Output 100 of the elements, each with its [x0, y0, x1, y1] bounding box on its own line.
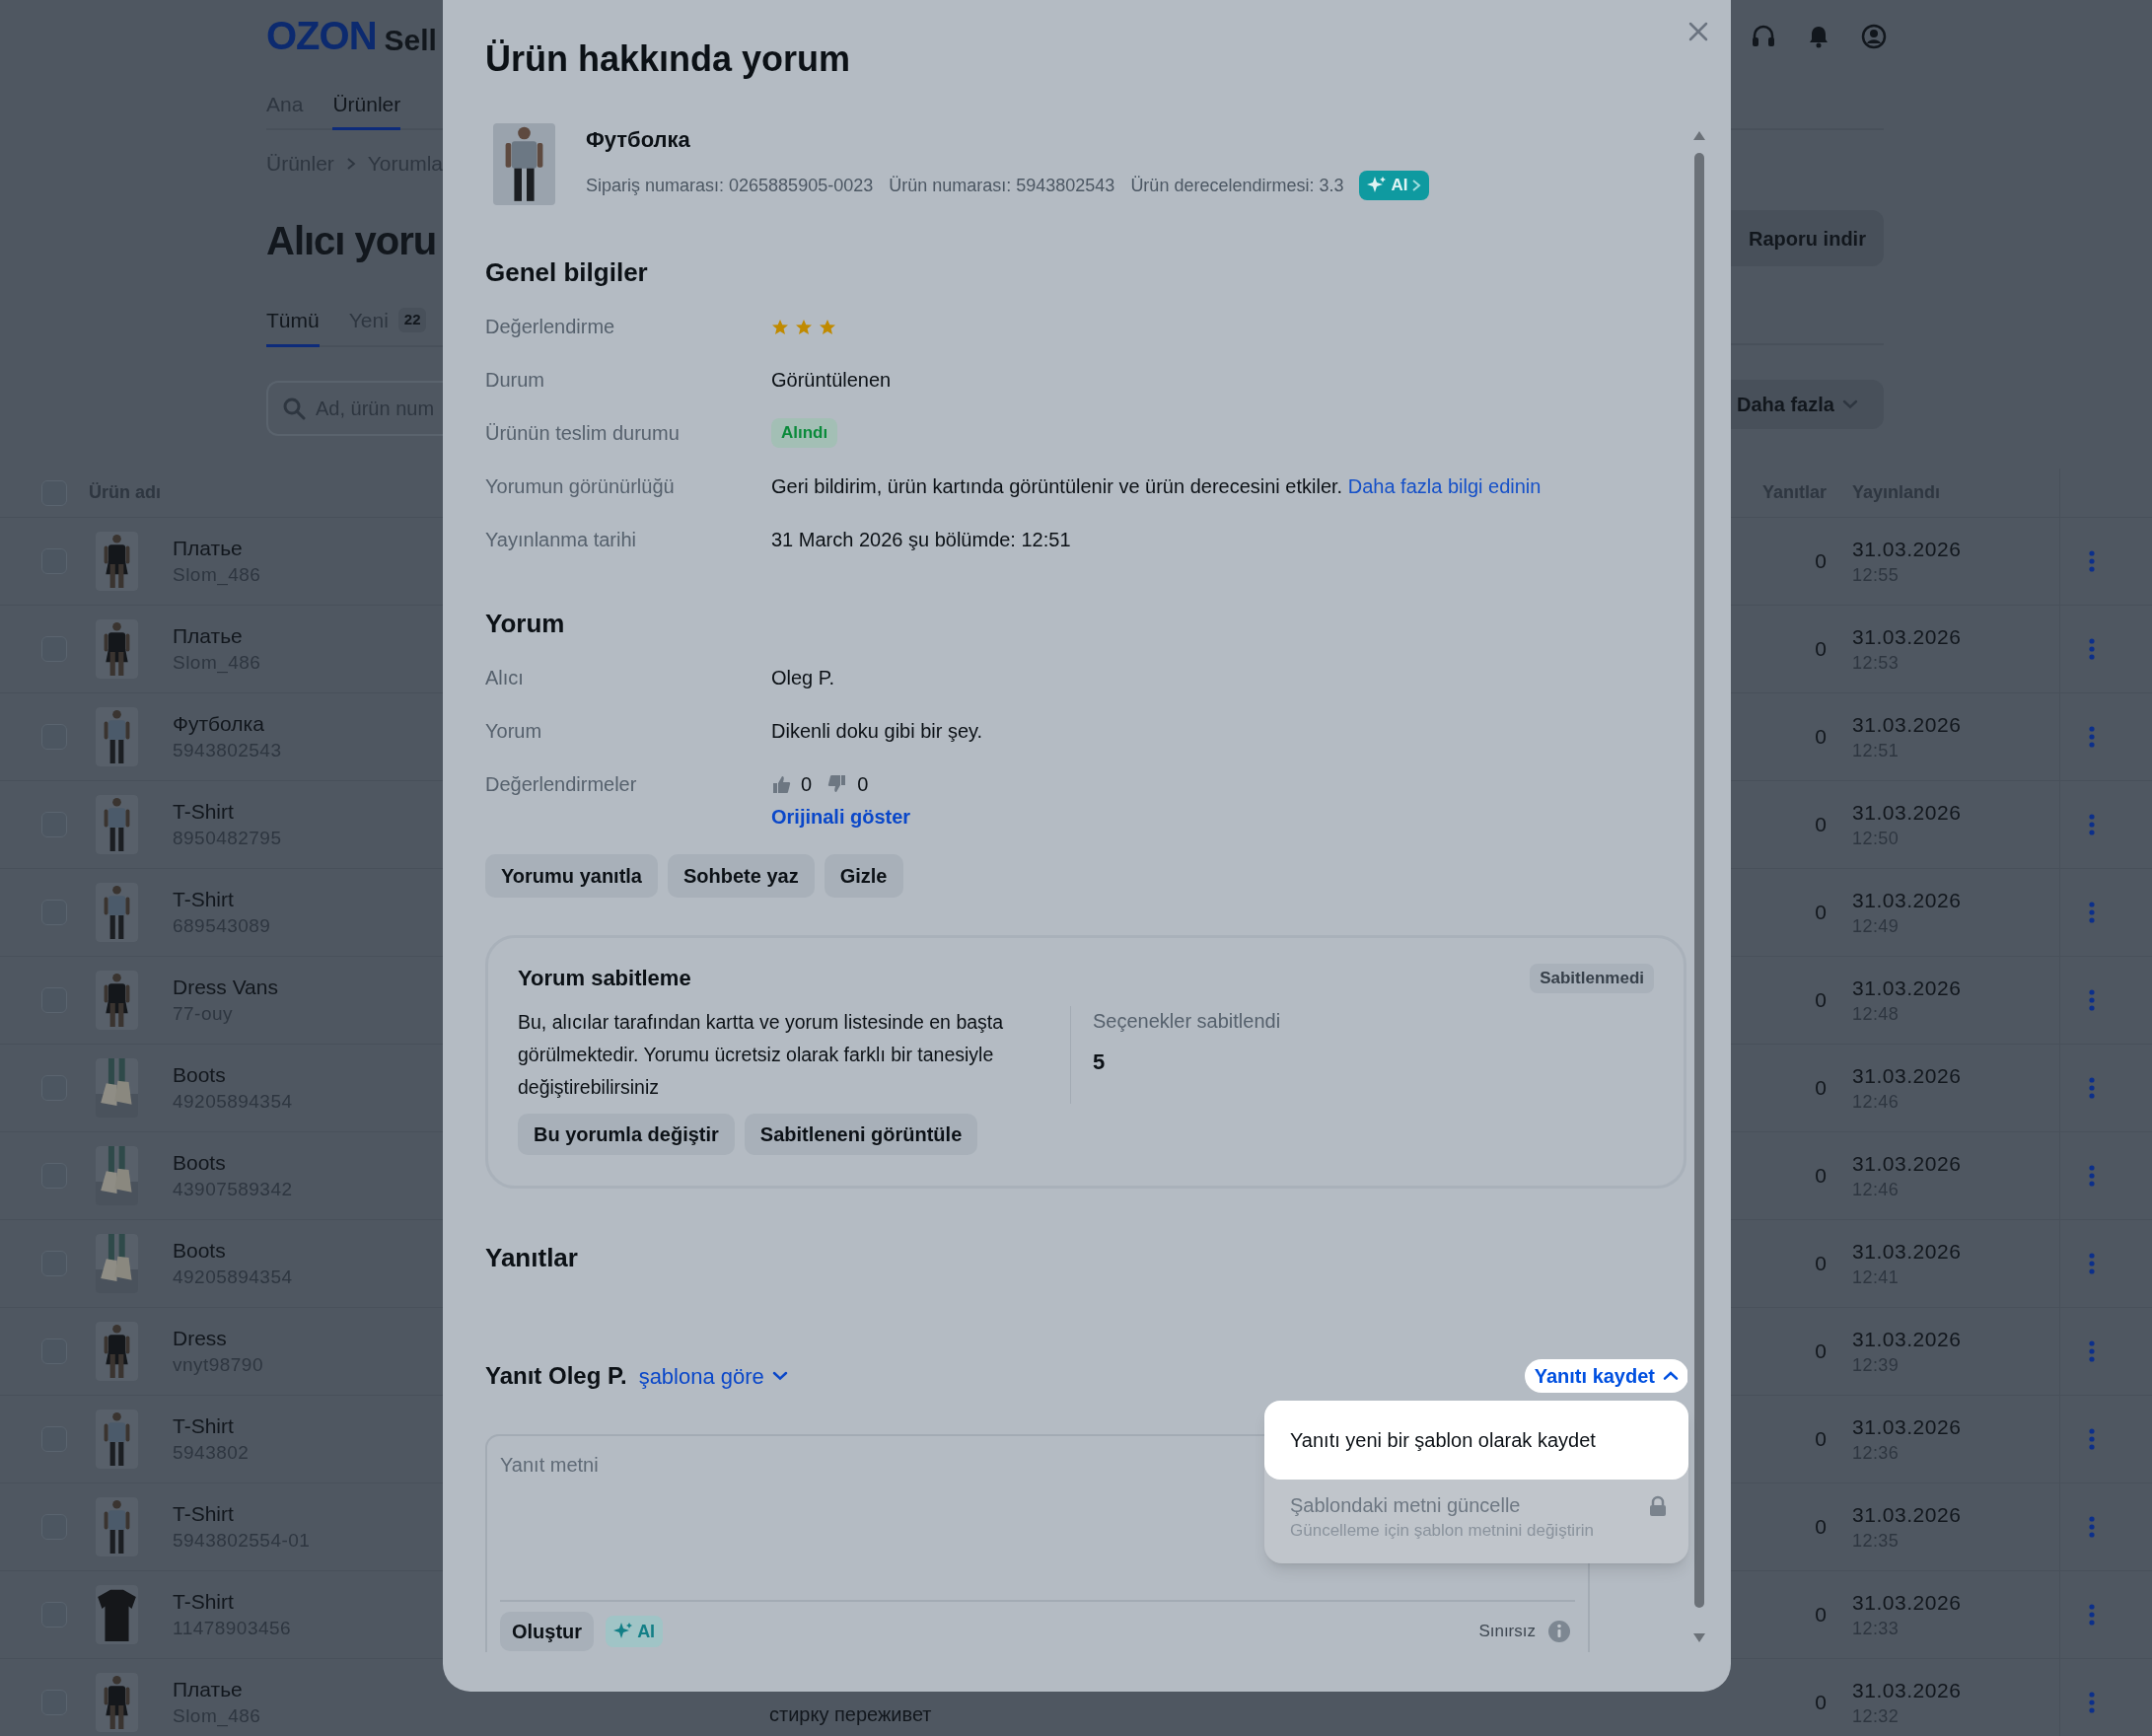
logo-text: Sell: [384, 26, 437, 55]
more-icon[interactable]: [2088, 1427, 2096, 1451]
meta-text: Ürün derecelendirmesi: 3.3: [1130, 174, 1344, 197]
field-value: Dikenli doku gibi bir şey.: [771, 719, 983, 744]
more-icon[interactable]: [2088, 549, 2096, 573]
user-icon[interactable]: [1861, 24, 1887, 49]
more-icon[interactable]: [2088, 1515, 2096, 1539]
field-label: Yorumun görünürlüğü: [485, 474, 676, 499]
nav-tab[interactable]: Ürünler: [332, 81, 401, 130]
close-icon[interactable]: [1687, 21, 1709, 42]
more-icon[interactable]: [2088, 988, 2096, 1012]
meta-text: Sipariş numarası: 0265885905-0023: [586, 174, 874, 197]
reply-count: 0: [1814, 1690, 1827, 1716]
logo: OZON: [266, 16, 377, 55]
field-value: Görüntülenen: [771, 368, 892, 393]
reply-count: 0: [1814, 900, 1827, 926]
comment-text: стирку переживет: [769, 1703, 932, 1725]
show-original-link[interactable]: Orijinali göster: [771, 804, 911, 830]
date-text: 31.03.2026: [1852, 1239, 1963, 1265]
product-name: Футболка: [586, 126, 691, 154]
more-icon[interactable]: [2088, 1691, 2096, 1714]
product-name: Платье: [173, 623, 244, 649]
field-label: Değerlendirmeler: [485, 772, 638, 797]
product-name: Boots: [173, 1238, 227, 1264]
save-reply-button[interactable]: Yanıtı kaydet: [1524, 1359, 1687, 1393]
template-dropdown[interactable]: şablona göre: [638, 1359, 788, 1393]
product-name: T-Shirt: [173, 1589, 235, 1615]
reply-count: 0: [1814, 1514, 1827, 1541]
date-text: 31.03.2026: [1852, 800, 1963, 826]
star-icon: [771, 318, 789, 335]
section-heading: Yorum: [485, 608, 566, 639]
page-title: Alıcı yoru: [266, 218, 438, 264]
generate-button[interactable]: Oluştur: [500, 1612, 595, 1651]
reply-count: 0: [1814, 1163, 1827, 1190]
more-icon[interactable]: [2088, 1076, 2096, 1100]
date-text: 31.03.2026: [1852, 1327, 1963, 1352]
count-badge: 22: [397, 308, 427, 332]
reply-title: Yanıt Oleg P.: [485, 1361, 627, 1391]
reply-count: 0: [1814, 548, 1827, 575]
date-text: 31.03.2026: [1852, 1502, 1963, 1528]
field-value: Geri bildirim, ürün kartında görüntülenir ve ürün derecesini etkiler. Daha fazla bilgi edinin: [771, 474, 1542, 499]
field-value: 31 March 2026 şu bölümde: 12:51: [771, 528, 1071, 552]
status-badge: Alındı: [771, 418, 838, 448]
more-icon[interactable]: [2088, 725, 2096, 749]
report-button[interactable]: Raporu indir: [1731, 210, 1884, 266]
field-label: Durum: [485, 368, 545, 393]
reply-count: 0: [1814, 1338, 1827, 1365]
chevron-right-icon: [1411, 179, 1422, 192]
reply-count: 0: [1814, 1251, 1827, 1277]
action-button[interactable]: Gizle: [824, 854, 903, 898]
more-icon[interactable]: [2088, 1339, 2096, 1363]
ai-button[interactable]: AI: [1359, 171, 1430, 200]
meta-text: Ürün numarası: 5943802543: [889, 174, 1115, 197]
dislike-count: 0: [857, 772, 869, 797]
reply-count: 0: [1814, 987, 1827, 1014]
headset-icon[interactable]: [1751, 24, 1776, 49]
reply-count: 0: [1814, 1075, 1827, 1102]
action-button[interactable]: Yorumu yanıtla: [485, 854, 658, 898]
more-icon[interactable]: [2088, 901, 2096, 924]
product-name: T-Shirt: [173, 799, 235, 825]
reply-count: 0: [1814, 812, 1827, 838]
product-name: Платье: [173, 536, 244, 561]
field-label: Ürünün teslim durumu: [485, 421, 681, 446]
product-name: T-Shirt: [173, 1501, 235, 1527]
reply-count: 0: [1814, 1426, 1827, 1453]
section-heading: Yanıtlar: [485, 1242, 579, 1273]
field-label: Değerlendirme: [485, 315, 616, 339]
limit-text: Sınırsız: [1478, 1621, 1536, 1643]
like-count: 0: [801, 772, 813, 797]
star-icon: [819, 318, 836, 335]
date-text: 31.03.2026: [1852, 888, 1963, 913]
learn-more-link[interactable]: Daha fazla bilgi edinin: [1347, 475, 1542, 497]
lock-icon: [1649, 1495, 1667, 1517]
action-button[interactable]: Sabitleneni görüntüle: [744, 1114, 978, 1155]
reply-count: 0: [1814, 636, 1827, 663]
chevron-up-icon: [1663, 1371, 1679, 1381]
menu-item[interactable]: Yanıtı yeni bir şablon olarak kaydet: [1264, 1401, 1688, 1480]
ai-button[interactable]: AI: [606, 1616, 664, 1647]
card-description: Bu, alıcılar tarafından kartta ve yorum listesinde en başta görülmektedir. Yorumu ücretsiz olarak farklı bir tanesiyle değiştirebilirsiniz: [518, 1010, 1005, 1100]
thumbs-down-icon[interactable]: [827, 774, 848, 794]
menu-item-label: Şablondaki metni güncelle: [1290, 1493, 1522, 1518]
more-button[interactable]: Daha fazla: [1731, 380, 1884, 429]
modal-title: Ürün hakkında yorum: [485, 37, 852, 81]
reply-count: 0: [1814, 1602, 1827, 1628]
thumbs-up-icon[interactable]: [771, 774, 791, 794]
product-name: Dress Vans: [173, 975, 278, 1000]
product-name: T-Shirt: [173, 1413, 235, 1439]
search-icon: [282, 397, 306, 420]
more-icon[interactable]: [2088, 1164, 2096, 1188]
more-icon[interactable]: [2088, 1603, 2096, 1627]
date-text: 31.03.2026: [1852, 976, 1963, 1001]
action-button[interactable]: Bu yorumla değiştir: [518, 1114, 735, 1155]
info-icon[interactable]: [1547, 1620, 1571, 1643]
filter-tab[interactable]: Tümü: [266, 296, 320, 347]
more-icon[interactable]: [2088, 637, 2096, 661]
more-icon[interactable]: [2088, 813, 2096, 836]
action-button[interactable]: Sohbete yaz: [668, 854, 815, 898]
date-text: 31.03.2026: [1852, 1590, 1963, 1616]
more-icon[interactable]: [2088, 1252, 2096, 1275]
date-text: 31.03.2026: [1852, 537, 1963, 562]
